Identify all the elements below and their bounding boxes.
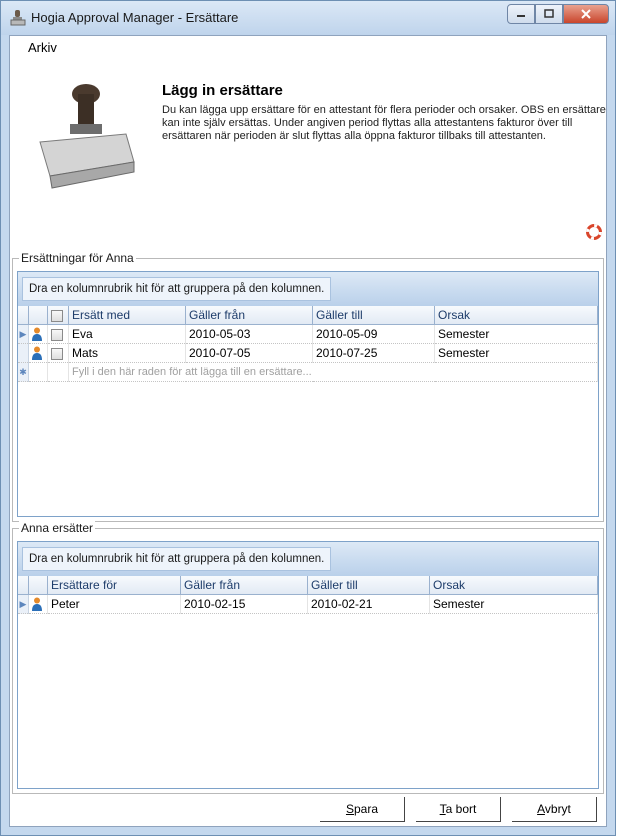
current-row-arrow-icon: ▶ xyxy=(18,594,29,614)
header-title: Lägg in ersättare xyxy=(162,82,283,99)
col-ersatt-med[interactable]: Ersätt med xyxy=(68,306,186,325)
header-description: Du kan lägga upp ersättare för en attest… xyxy=(162,104,606,142)
cancel-button[interactable]: Avbryt xyxy=(512,797,597,822)
group-hint: Dra en kolumnrubrik hit för att gruppera… xyxy=(22,277,332,301)
help-lifebuoy-icon[interactable] xyxy=(586,224,602,240)
save-button[interactable]: Spara xyxy=(320,797,405,822)
cell-name[interactable]: Peter xyxy=(47,594,181,614)
col-ersattare-for[interactable]: Ersättare för xyxy=(47,576,181,595)
stamp-illustration xyxy=(39,84,135,189)
substitutes-table: Ersätt med Gäller från Gäller till Orsak… xyxy=(18,306,598,382)
app-window: Hogia Approval Manager - Ersättare Arkiv… xyxy=(0,0,616,836)
title-bar: Hogia Approval Manager - Ersättare xyxy=(1,1,615,35)
cell-to[interactable]: 2010-07-25 xyxy=(312,343,435,363)
cell-from[interactable]: 2010-02-15 xyxy=(180,594,308,614)
col-galler-till[interactable]: Gäller till xyxy=(307,576,430,595)
group-panel[interactable]: Dra en kolumnrubrik hit för att gruppera… xyxy=(18,272,598,306)
substitutes-legend: Ersättningar för Anna xyxy=(19,251,136,265)
col-galler-till[interactable]: Gäller till xyxy=(312,306,435,325)
cell-reason[interactable]: Semester xyxy=(434,324,598,344)
select-all-checkbox[interactable] xyxy=(47,306,69,325)
cell-reason[interactable]: Semester xyxy=(429,594,598,614)
group-hint: Dra en kolumnrubrik hit för att gruppera… xyxy=(22,547,332,571)
substitutes-group: Ersättningar för Anna Dra en kolumnrubri… xyxy=(12,251,604,522)
substitutes-grid: Dra en kolumnrubrik hit för att gruppera… xyxy=(17,271,599,517)
close-icon xyxy=(581,9,591,19)
replaces-grid: Dra en kolumnrubrik hit för att gruppera… xyxy=(17,541,599,789)
cell-to[interactable]: 2010-05-09 xyxy=(312,324,435,344)
cell-from[interactable]: 2010-05-03 xyxy=(185,324,313,344)
client-area: Arkiv Lägg in ersättare Du kan lägga upp… xyxy=(9,35,607,827)
cell-to[interactable]: 2010-02-21 xyxy=(307,594,430,614)
stamp-app-icon xyxy=(10,10,26,26)
minimize-icon xyxy=(517,15,525,17)
cell-reason[interactable]: Semester xyxy=(434,343,598,363)
person-icon xyxy=(32,597,42,612)
current-row-arrow-icon: ▶ xyxy=(18,324,29,344)
table-row[interactable]: ▶ Peter 2010-02-15 2010-02-21 Semester xyxy=(18,594,598,614)
cell-from[interactable]: 2010-07-05 xyxy=(185,343,313,363)
minimize-button[interactable] xyxy=(507,4,535,24)
col-galler-fran[interactable]: Gäller från xyxy=(185,306,313,325)
replaces-group: Anna ersätter Dra en kolumnrubrik hit fö… xyxy=(12,521,604,794)
maximize-icon xyxy=(544,9,554,18)
replaces-legend: Anna ersätter xyxy=(19,521,96,535)
maximize-button[interactable] xyxy=(535,4,563,24)
menu-bar: Arkiv xyxy=(10,36,606,58)
cell-name[interactable]: Mats xyxy=(68,343,186,363)
row-checkbox[interactable] xyxy=(51,328,63,341)
group-panel[interactable]: Dra en kolumnrubrik hit för att gruppera… xyxy=(18,542,598,576)
replaces-table: Ersättare för Gäller från Gäller till Or… xyxy=(18,576,598,614)
table-header-row: Ersättare för Gäller från Gäller till Or… xyxy=(18,576,598,595)
close-button[interactable] xyxy=(563,4,609,24)
new-row-hint[interactable]: Fyll i den här raden för att lägga till … xyxy=(68,362,598,382)
person-icon xyxy=(32,346,42,361)
button-bar: Spara Ta bort Avbryt xyxy=(10,790,606,826)
cell-name[interactable]: Eva xyxy=(68,324,186,344)
person-icon xyxy=(32,327,42,342)
delete-button[interactable]: Ta bort xyxy=(416,797,501,822)
table-header-row: Ersätt med Gäller från Gäller till Orsak xyxy=(18,306,598,325)
col-orsak[interactable]: Orsak xyxy=(429,576,598,595)
col-orsak[interactable]: Orsak xyxy=(434,306,598,325)
window-title: Hogia Approval Manager - Ersättare xyxy=(31,10,239,25)
new-row[interactable]: ✱ Fyll i den här raden för att lägga til… xyxy=(18,362,598,382)
table-row[interactable]: Mats 2010-07-05 2010-07-25 Semester xyxy=(18,343,598,363)
new-row-star-icon: ✱ xyxy=(18,362,29,382)
table-row[interactable]: ▶ Eva 2010-05-03 2010-05-09 Semester xyxy=(18,324,598,344)
col-galler-fran[interactable]: Gäller från xyxy=(180,576,308,595)
menu-arkiv[interactable]: Arkiv xyxy=(28,40,57,55)
row-checkbox[interactable] xyxy=(51,347,63,360)
